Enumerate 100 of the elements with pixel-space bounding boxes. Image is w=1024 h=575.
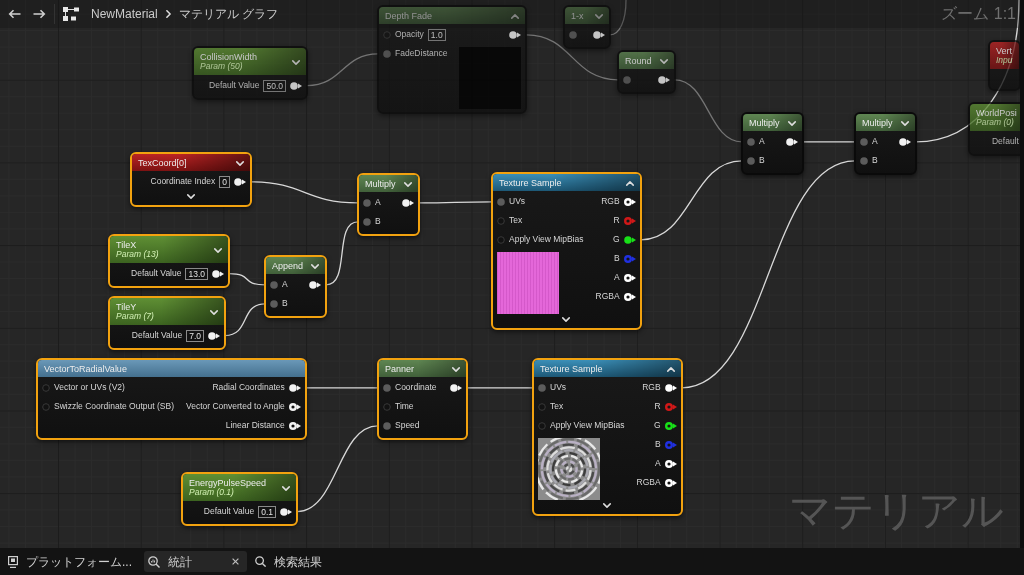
pin-label: G bbox=[653, 420, 661, 431]
material-node[interactable]: Multiply A B bbox=[741, 112, 804, 176]
input-pin[interactable] bbox=[538, 421, 546, 430]
output-pin[interactable] bbox=[288, 421, 301, 430]
value-field[interactable]: 13.0 bbox=[185, 267, 208, 280]
value-field[interactable]: 0.1 bbox=[258, 505, 276, 518]
chevron-down-icon[interactable] bbox=[236, 160, 244, 166]
input-pin[interactable] bbox=[497, 197, 505, 206]
material-node[interactable]: EnergyPulseSpeed Param (0.1) Default Value 0.1 bbox=[181, 472, 298, 527]
chevron-down-icon[interactable] bbox=[311, 263, 320, 269]
input-pin[interactable] bbox=[569, 30, 577, 39]
input-pin[interactable] bbox=[747, 137, 755, 146]
output-pin[interactable] bbox=[288, 402, 301, 411]
input-pin[interactable] bbox=[383, 421, 391, 430]
output-pin[interactable] bbox=[664, 421, 677, 430]
output-pin[interactable] bbox=[664, 459, 677, 468]
material-node[interactable]: Texture Sample UVs Tex Apply View MipBias RGB R G B A RGBA bbox=[532, 358, 683, 517]
material-node[interactable]: VectorToRadialValue Vector or UVs (V2) Swizzle Coordinate Output (SB) Radial Coordinates Vector Converted to Angle Linear Distance bbox=[36, 358, 307, 441]
material-node[interactable]: Multiply A B bbox=[854, 112, 917, 176]
chevron-down-icon[interactable] bbox=[214, 247, 222, 253]
input-pin[interactable] bbox=[383, 402, 391, 411]
output-pin[interactable] bbox=[208, 331, 220, 340]
material-node[interactable]: Texture Sample UVs Tex Apply View MipBias RGB R G B A RGBA bbox=[491, 172, 642, 331]
output-pin[interactable] bbox=[212, 269, 224, 278]
panel-tab[interactable]: プラットフォーム... bbox=[4, 551, 136, 572]
output-pin[interactable] bbox=[898, 137, 911, 146]
output-pin[interactable] bbox=[664, 383, 677, 392]
output-pin[interactable] bbox=[290, 81, 302, 90]
output-pin[interactable] bbox=[657, 75, 670, 84]
output-pin[interactable] bbox=[288, 383, 301, 392]
chevron-up-icon[interactable] bbox=[625, 180, 634, 186]
input-pin[interactable] bbox=[538, 402, 546, 411]
output-pin[interactable] bbox=[309, 280, 322, 289]
input-pin[interactable] bbox=[860, 156, 868, 165]
output-pin[interactable] bbox=[664, 478, 677, 487]
input-pin[interactable] bbox=[497, 235, 505, 244]
input-pin[interactable] bbox=[747, 156, 755, 165]
material-node[interactable]: Panner Coordinate Time Speed bbox=[377, 358, 468, 441]
material-node[interactable]: TexCoord[0] Coordinate Index 0 bbox=[130, 152, 252, 208]
value-field[interactable]: 0 bbox=[219, 175, 230, 188]
input-pin[interactable] bbox=[270, 299, 278, 308]
material-node[interactable]: Round bbox=[617, 50, 676, 95]
material-node[interactable]: TileY Param (7) Default Value 7.0 bbox=[108, 296, 226, 351]
material-node[interactable]: Depth Fade Opacity 1.0 FadeDistance bbox=[377, 5, 528, 115]
input-pin[interactable] bbox=[270, 280, 278, 289]
node-title: CollisionWidth bbox=[200, 52, 258, 62]
chevron-down-icon[interactable] bbox=[210, 309, 218, 315]
output-pin[interactable] bbox=[234, 177, 246, 186]
value-field[interactable]: 1.0 bbox=[427, 28, 446, 41]
chevron-down-icon[interactable] bbox=[187, 194, 195, 200]
node-graph-icon[interactable] bbox=[63, 7, 79, 21]
node-title: Multiply bbox=[862, 118, 893, 129]
chevron-right-icon[interactable] bbox=[165, 10, 171, 18]
panel-tab[interactable]: 検索結果 bbox=[251, 551, 326, 572]
output-pin[interactable] bbox=[593, 30, 605, 39]
chevron-down-icon[interactable] bbox=[562, 317, 571, 323]
input-pin[interactable] bbox=[363, 198, 371, 207]
chevron-down-icon[interactable] bbox=[403, 181, 412, 187]
output-pin[interactable] bbox=[623, 292, 636, 301]
material-node[interactable]: TileX Param (13) Default Value 13.0 bbox=[108, 234, 230, 289]
chevron-down-icon[interactable] bbox=[900, 120, 909, 126]
material-node[interactable]: CollisionWidth Param (50) Default Value 50.0 bbox=[192, 46, 308, 101]
value-field[interactable]: 7.0 bbox=[186, 329, 204, 342]
input-pin[interactable] bbox=[538, 383, 546, 392]
graph-canvas[interactable] bbox=[0, 0, 1020, 548]
chevron-down-icon[interactable] bbox=[282, 485, 290, 491]
material-node[interactable]: Vert Inpu bbox=[988, 40, 1020, 92]
pin-label: B bbox=[654, 439, 661, 450]
value-field[interactable]: 50.0 bbox=[263, 79, 286, 92]
input-pin[interactable] bbox=[860, 137, 868, 146]
input-pin[interactable] bbox=[363, 217, 371, 226]
chevron-down-icon[interactable] bbox=[603, 503, 612, 509]
breadcrumb-current[interactable]: マテリアル グラフ bbox=[178, 5, 279, 23]
output-pin[interactable] bbox=[623, 273, 636, 282]
input-pin[interactable] bbox=[42, 402, 50, 411]
output-pin[interactable] bbox=[623, 235, 636, 244]
output-pin[interactable] bbox=[450, 383, 462, 392]
forward-arrow-icon[interactable] bbox=[33, 9, 46, 19]
close-icon[interactable] bbox=[232, 558, 239, 565]
input-pin[interactable] bbox=[497, 216, 505, 225]
chevron-down-icon[interactable] bbox=[452, 366, 460, 372]
back-arrow-icon[interactable] bbox=[8, 9, 21, 19]
input-pin[interactable] bbox=[42, 383, 50, 392]
chevron-down-icon[interactable] bbox=[787, 120, 796, 126]
output-pin[interactable] bbox=[509, 30, 522, 39]
output-pin[interactable] bbox=[785, 137, 798, 146]
input-pin[interactable] bbox=[383, 49, 391, 58]
chevron-up-icon[interactable] bbox=[511, 13, 520, 19]
input-pin[interactable] bbox=[383, 383, 391, 392]
output-pin[interactable] bbox=[623, 197, 636, 206]
chevron-up-icon[interactable] bbox=[666, 366, 675, 372]
output-pin[interactable] bbox=[401, 198, 414, 207]
input-pin[interactable] bbox=[623, 75, 631, 84]
breadcrumb-link[interactable]: NewMaterial bbox=[91, 5, 158, 23]
material-node[interactable]: Multiply A B bbox=[357, 173, 420, 237]
material-node[interactable]: WorldPosi Param (0) Default bbox=[968, 102, 1020, 157]
panel-tab[interactable]: 統計 bbox=[144, 551, 247, 572]
material-node[interactable]: Append A B bbox=[264, 255, 328, 319]
node-title: VectorToRadialValue bbox=[44, 364, 127, 375]
output-pin[interactable] bbox=[280, 507, 292, 516]
